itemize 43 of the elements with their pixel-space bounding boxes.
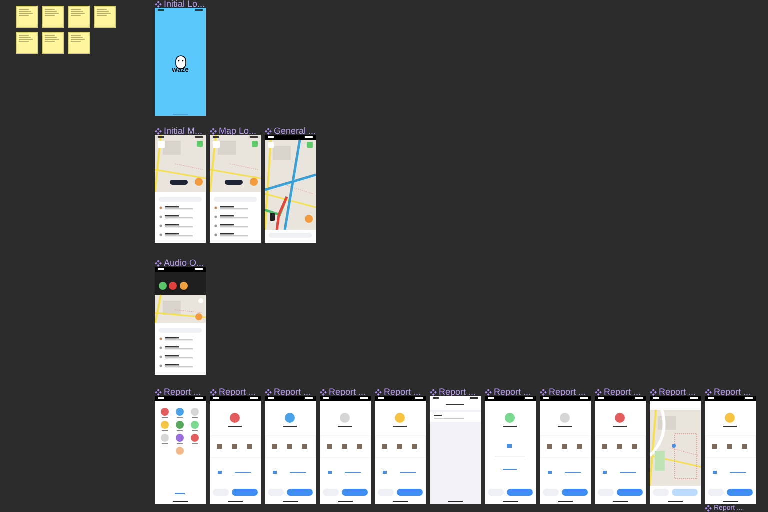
frame-title[interactable]: Audio O... [164,259,204,268]
app-screen-drawing[interactable] [265,396,316,504]
frame-title[interactable]: General ... [274,127,316,136]
app-screen-drawing[interactable] [485,396,536,504]
component-icon [595,389,602,396]
app-screen-drawing[interactable] [320,396,371,504]
component-icon [705,389,712,396]
frame-title[interactable]: Report ... [164,388,202,397]
frame-title[interactable]: Report ... [659,388,696,397]
component-icon [155,1,162,8]
component-icon [430,389,437,396]
frame-title[interactable]: Report ... [604,388,642,397]
frame-title[interactable]: Initial Lo... [164,0,206,9]
frame-title[interactable]: Report ... [384,388,422,397]
frame-title[interactable]: Report ... [714,388,752,397]
app-screen-drawing[interactable] [375,396,426,504]
app-screen-drawing[interactable] [595,396,646,504]
component-icon [265,389,272,396]
app-screen-drawing[interactable] [650,396,701,504]
component-icon [210,128,217,135]
frame-title[interactable]: Initial M... [164,127,203,136]
frame-title[interactable]: Report ... [494,388,532,397]
frame-title[interactable]: Report ... [329,388,366,397]
app-screen-drawing[interactable] [705,396,756,504]
component-icon [485,389,492,396]
component-icon [155,260,162,267]
app-screen-drawing[interactable] [540,396,591,504]
component-icon [320,389,327,396]
frame-title[interactable]: Report ... [549,388,586,397]
component-icon [705,505,712,512]
component-icon [155,389,162,396]
app-screen-drawing[interactable] [155,396,206,504]
component-icon [265,128,272,135]
component-icon [155,128,162,135]
component-icon [650,389,657,396]
frame-title[interactable]: Report ... [274,388,312,397]
component-icon [540,389,547,396]
frame-title[interactable]: Report ... [439,388,476,397]
app-screen-drawing[interactable] [210,396,261,504]
frame-title[interactable]: Map Lo... [219,127,257,136]
frame-title[interactable]: Report ... [219,388,256,397]
component-icon [210,389,217,396]
component-icon [375,389,382,396]
